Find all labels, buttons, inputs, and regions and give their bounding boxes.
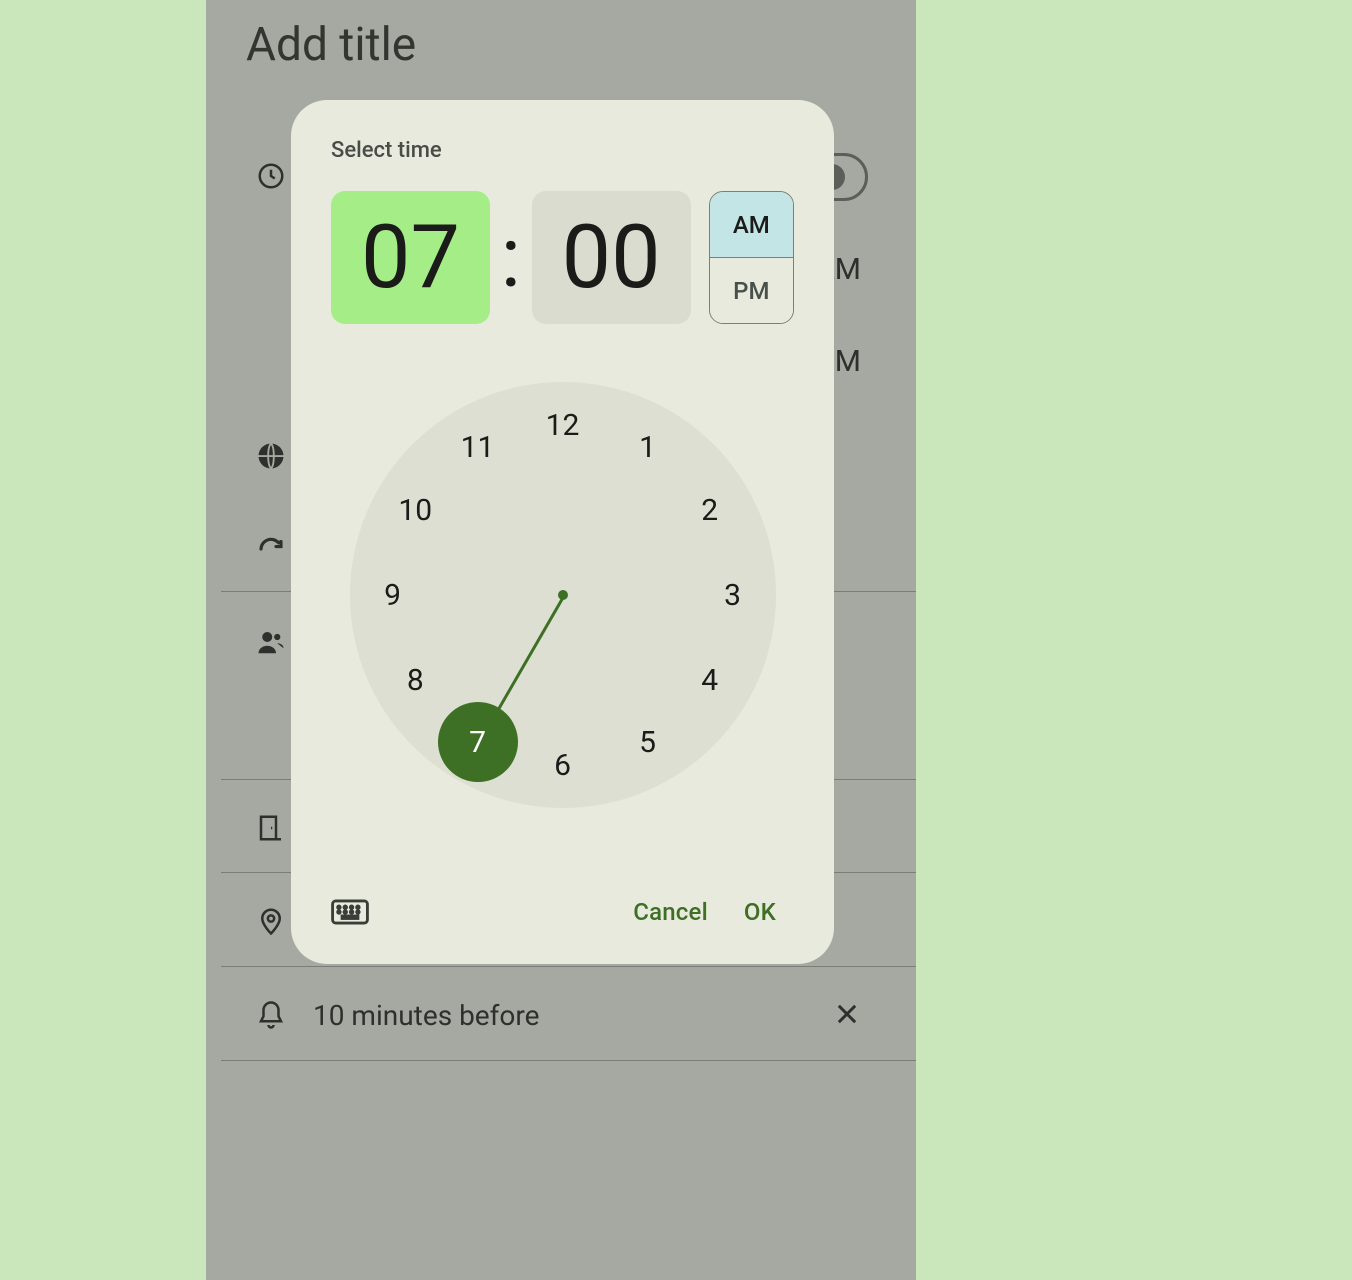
clock-number-9[interactable]: 9 [369,571,417,619]
clock-number-11[interactable]: 11 [454,424,502,472]
clock-number-2[interactable]: 2 [686,486,734,534]
analog-clock[interactable]: 12 12 3 456 8 9 10 11 7 [350,382,776,808]
keyboard-input-button[interactable] [331,897,369,927]
repeat-icon [256,534,286,564]
clock-icon [256,161,286,191]
notification-text[interactable]: 10 minutes before [313,999,539,1032]
clock-number-12[interactable]: 12 [539,401,587,449]
ok-button[interactable]: OK [726,890,794,934]
remove-notification-button[interactable] [833,1000,861,1028]
clock-number-4[interactable]: 4 [686,656,734,704]
divider [221,1060,916,1061]
globe-icon [256,441,286,471]
people-icon [256,627,286,657]
dialog-footer: Cancel OK [331,890,794,934]
clock-number-3[interactable]: 3 [709,571,757,619]
time-colon: : [490,191,532,324]
pm-button[interactable]: PM [710,257,793,323]
clock-number-10[interactable]: 10 [391,486,439,534]
am-button[interactable]: AM [710,192,793,257]
divider [221,966,916,967]
clock-number-5[interactable]: 5 [624,718,672,766]
location-pin-icon [256,906,286,936]
minute-input[interactable]: 00 [532,191,691,324]
hour-input[interactable]: 07 [331,191,490,324]
page-title[interactable]: Add title [246,18,416,72]
cancel-button[interactable]: Cancel [615,890,726,934]
ampm-toggle: AM PM [709,191,794,324]
selected-hour-indicator[interactable]: 7 [438,702,518,782]
time-inputs-row: 07 : 00 AM PM [331,191,794,324]
room-icon [256,813,286,843]
clock-number-6[interactable]: 6 [539,741,587,789]
clock-number-8[interactable]: 8 [391,656,439,704]
dialog-title: Select time [331,138,794,163]
bell-icon [256,1000,286,1030]
clock-number-1[interactable]: 1 [624,424,672,472]
event-editor-background: Add title AM PM 10 minutes before Select… [206,0,916,1280]
clock-center-dot [558,590,568,600]
time-picker-dialog: Select time 07 : 00 AM PM 12 12 3 456 8 9 10 11… [291,100,834,964]
